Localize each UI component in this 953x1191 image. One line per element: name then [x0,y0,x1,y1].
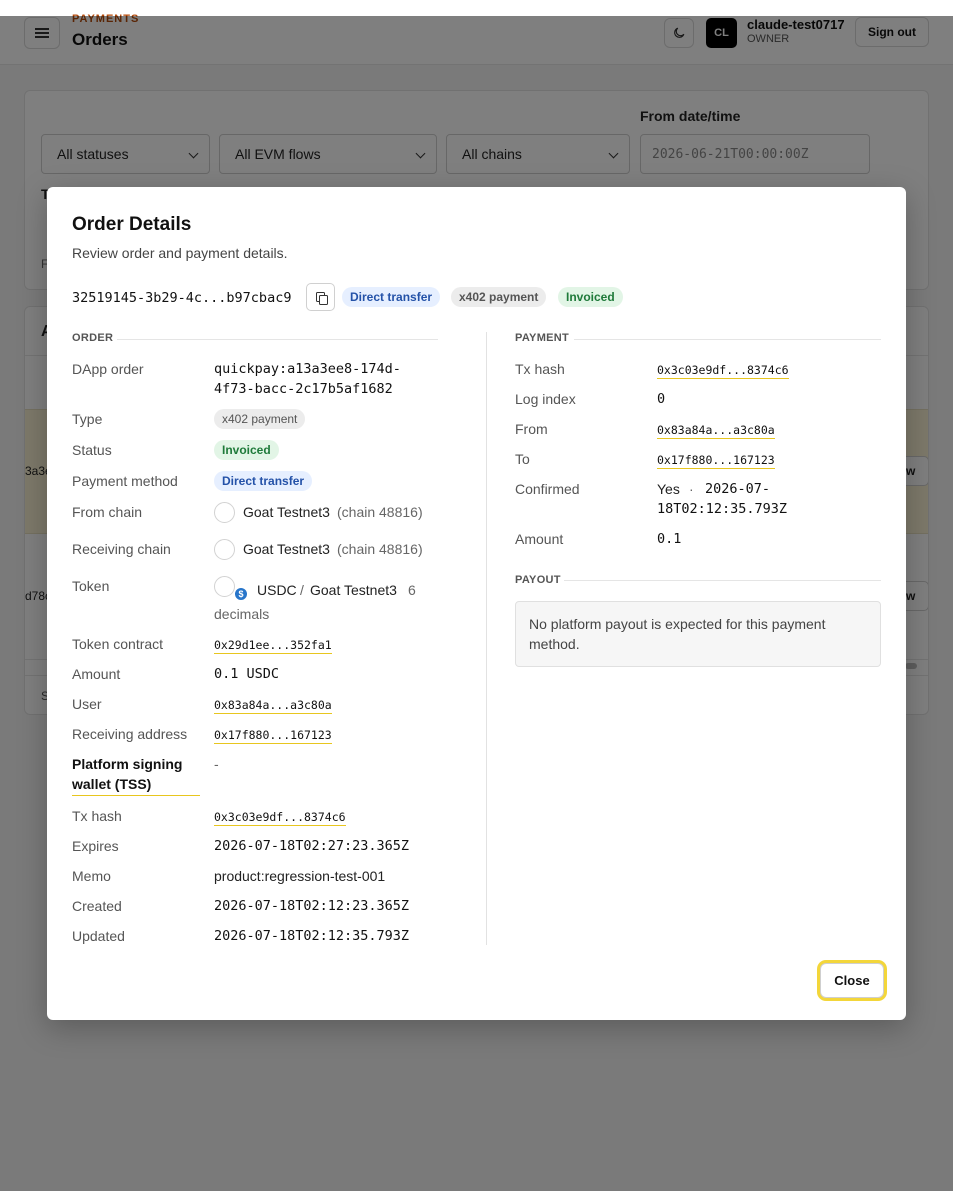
confirmed-separator: · [689,481,694,497]
status-badge: Invoiced [214,440,279,460]
tx-hash-label: Tx hash [72,808,122,824]
confirmed-yes: Yes [657,481,680,497]
amount-value: 0.1 USDC [214,666,280,682]
chain-icon [214,539,235,560]
token-decimals-count: 6 [408,582,416,598]
usdc-icon: $ [234,587,248,601]
created-value: 2026-07-18T02:12:23.365Z [214,898,410,914]
confirmed-date-line2: 18T02:12:35.793Z [657,501,788,517]
receiving-chain-label: Receiving chain [72,541,171,557]
token-label: Token [72,578,110,594]
payment-method-badge: Direct transfer [214,471,313,491]
payment-to-link[interactable]: 0x17f880...167123 [657,453,775,469]
platform-signing-wallet-value: - [214,756,219,772]
order-section-heading: ORDER [72,332,114,344]
close-button[interactable]: Close [820,963,884,998]
memo-value: product:regression-test-001 [214,868,386,884]
created-label: Created [72,898,122,914]
payment-from-label: From [515,421,548,437]
payment-from-link[interactable]: 0x83a84a...a3c80a [657,423,775,439]
platform-signing-wallet-label: Platform signing wallet (TSS) [72,754,200,796]
payment-amount-label: Amount [515,531,564,547]
log-index-value: 0 [657,391,666,407]
updated-value: 2026-07-18T02:12:35.793Z [214,928,410,944]
token-chain: Goat Testnet3 [310,582,397,598]
type-label: Type [72,411,103,427]
payment-tx-hash-label: Tx hash [515,361,565,377]
section-divider [564,580,881,581]
order-id: 32519145-3b29-4c...b97cbac9 [72,290,292,306]
column-divider [486,332,487,945]
expires-value: 2026-07-18T02:27:23.365Z [214,838,410,854]
expires-label: Expires [72,838,119,854]
section-divider [117,339,438,340]
token-decimals-word: decimals [214,606,270,622]
confirmed-date-line1: 2026-07- [705,481,771,497]
copy-order-id-button[interactable] [306,283,335,311]
type-badge: x402 payment [451,287,547,307]
payment-tx-hash-link[interactable]: 0x3c03e9df...8374c6 [657,363,789,379]
dapp-order-label: DApp order [72,361,144,377]
order-details-modal: Order Details Review order and payment d… [47,187,906,1020]
token-symbol: USDC [257,582,297,598]
amount-label: Amount [72,666,121,682]
memo-label: Memo [72,868,111,884]
status-badge: Invoiced [558,287,623,307]
signing-label-line2: wallet (TSS) [72,776,152,792]
status-label: Status [72,442,112,458]
chain-icon [214,502,235,523]
type-badge: x402 payment [214,409,306,429]
receiving-chain-name: Goat Testnet3 [243,541,330,557]
copy-icon [315,291,328,305]
confirmed-label: Confirmed [515,481,580,497]
payout-message: No platform payout is expected for this … [515,601,881,667]
receiving-address-link[interactable]: 0x17f880...167123 [214,728,332,744]
updated-label: Updated [72,928,125,944]
receiving-chain-id: (chain 48816) [337,541,423,557]
log-index-label: Log index [515,391,576,407]
payment-method-label: Payment method [72,473,178,489]
method-badge: Direct transfer [342,287,441,307]
from-chain-label: From chain [72,504,143,520]
payment-section-heading: PAYMENT [515,332,570,344]
from-chain-name: Goat Testnet3 [243,504,330,520]
token-contract-link[interactable]: 0x29d1ee...352fa1 [214,638,332,654]
chain-icon [214,576,235,597]
user-label: User [72,696,102,712]
section-divider [574,339,881,340]
from-chain-id: (chain 48816) [337,504,423,520]
tx-hash-link[interactable]: 0x3c03e9df...8374c6 [214,810,346,826]
token-separator: / [300,582,304,598]
modal-subtitle: Review order and payment details. [72,245,288,261]
token-contract-label: Token contract [72,636,164,652]
signing-label-line1: Platform signing [72,756,183,772]
payment-to-label: To [515,451,530,467]
payment-amount-value: 0.1 [657,531,682,547]
modal-title: Order Details [72,214,192,235]
receiving-address-label: Receiving address [72,726,188,742]
user-address-link[interactable]: 0x83a84a...a3c80a [214,698,332,714]
dapp-order-value-line1: quickpay:a13a3ee8-174d- [214,361,401,377]
dapp-order-value-line2: 4f73-bacc-2c17b5af1682 [214,381,393,397]
payout-section-heading: PAYOUT [515,574,561,586]
